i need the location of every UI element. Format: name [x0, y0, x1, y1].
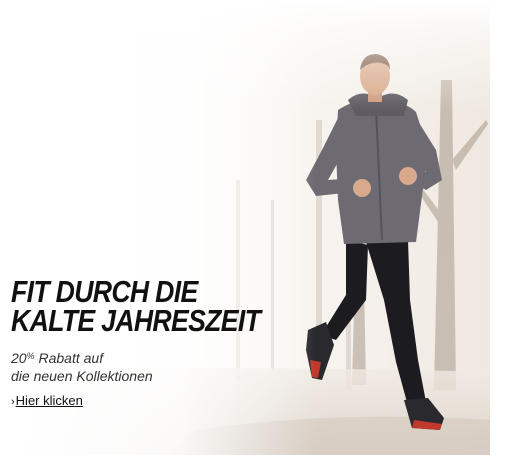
- chevron-right-icon: ›: [11, 396, 15, 408]
- headline-line-2: KALTE JAHRESZEIT: [11, 303, 261, 338]
- hero-image: [16, 0, 490, 455]
- discount-text: Rabatt auf: [34, 350, 104, 366]
- runner-photo: [16, 0, 490, 455]
- cta-link[interactable]: ›Hier klicken: [11, 393, 83, 410]
- discount-value: 20%: [11, 350, 35, 366]
- headline: FIT DURCH DIE KALTE JAHRESZEIT: [11, 274, 269, 338]
- promo-subline: 20% Rabatt auf die neuen Kollektionen: [11, 347, 153, 385]
- discount-line: 20% Rabatt auf: [11, 347, 153, 367]
- promo-banner[interactable]: FIT DURCH DIE KALTE JAHRESZEIT 20% Rabat…: [0, 0, 511, 465]
- headline-line-1: FIT DURCH DIE: [11, 274, 198, 309]
- cta-label[interactable]: Hier klicken: [16, 393, 83, 408]
- collection-line: die neuen Kollektionen: [11, 368, 153, 384]
